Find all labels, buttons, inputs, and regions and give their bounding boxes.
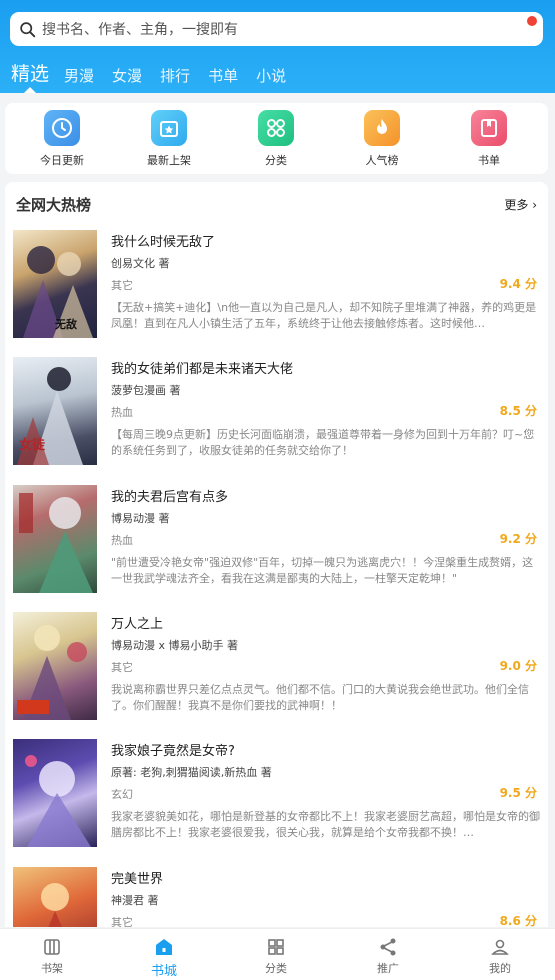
book-item[interactable]: 万人之上 博易动漫 x 博易小助手 著 其它 9.0 分 我说离称霸世界只差亿点… [5, 612, 548, 728]
category-grid-icon [268, 939, 284, 955]
bookmark-book-icon [471, 110, 507, 146]
search-icon [20, 21, 36, 37]
book-cover [13, 485, 97, 593]
book-genre: 热血 [111, 406, 133, 419]
book-cover: 无敌 [13, 230, 97, 338]
book-item[interactable]: 我家娘子竟然是女帝? 原著: 老狗,刺猬猫阅读,新热血 著 玄幻 9.5 分 我… [5, 739, 548, 855]
quick-categories[interactable]: 分类 [241, 110, 311, 168]
bookshelf-icon [44, 939, 60, 955]
profile-icon [491, 939, 509, 955]
star-box-icon [151, 110, 187, 146]
book-description: 我家老婆貌美如花，哪怕是新登基的女帝都比不上！我家老婆厨艺高超，哪怕是女帝的御膳… [111, 810, 540, 839]
book-item[interactable]: 无敌 我什么时候无敌了 创易文化 著 其它 9.4 分 【无敌+搞笑+迪化】\n… [5, 230, 548, 346]
book-genre: 其它 [111, 279, 133, 292]
book-genre: 玄幻 [111, 788, 133, 801]
tab-booklists[interactable]: 书单 [208, 64, 238, 88]
book-author: 原著: 老狗,刺猬猫阅读,新热血 著 [111, 766, 272, 779]
book-title: 我家娘子竟然是女帝? [111, 744, 235, 759]
book-cover [13, 739, 97, 847]
quick-booklists[interactable]: 书单 [454, 110, 524, 168]
tab-label: 书架 [41, 962, 63, 975]
more-label: 更多 [504, 198, 529, 212]
book-title: 我什么时候无敌了 [111, 235, 216, 250]
book-cover [13, 612, 97, 720]
bottom-tab-bar: 书架 书城 分类 推广 我的 [0, 928, 555, 980]
grid-icon [258, 110, 294, 146]
tab-ranking[interactable]: 排行 [160, 64, 190, 88]
more-link[interactable]: 更多 › [504, 196, 537, 213]
book-item[interactable]: 女徒 我的女徒弟们都是未来诸天大佬 菠萝包漫画 著 热血 8.5 分 【每周三晚… [5, 357, 548, 473]
tab-female-comics[interactable]: 女漫 [112, 64, 142, 88]
book-item[interactable]: 完美世界 神漫君 著 其它 8.6 分 [5, 867, 548, 927]
section-title: 全网大热榜 [16, 196, 92, 214]
tab-label: 书城 [150, 964, 177, 979]
tab-featured[interactable]: 精选 [11, 60, 49, 88]
book-author: 菠萝包漫画 著 [111, 384, 181, 397]
tab-novels[interactable]: 小说 [256, 64, 286, 88]
book-title: 万人之上 [111, 617, 164, 632]
tab-categories[interactable]: 分类 [241, 937, 311, 976]
search-placeholder: 搜书名、作者、主角，一搜即有 [42, 22, 238, 38]
channel-tabs: 精选 男漫 女漫 排行 书单 小说 [0, 56, 304, 88]
tab-label: 我的 [489, 962, 511, 975]
book-author: 创易文化 著 [111, 257, 170, 270]
tab-label: 推广 [377, 962, 399, 975]
book-score: 8.5 分 [499, 404, 537, 418]
tab-bookshelf[interactable]: 书架 [17, 937, 87, 976]
tab-profile[interactable]: 我的 [465, 937, 535, 976]
quick-label: 书单 [478, 154, 500, 167]
svg-text:女徒: 女徒 [19, 437, 46, 453]
quick-label: 最新上架 [147, 154, 191, 167]
quick-new-releases[interactable]: 最新上架 [134, 110, 204, 168]
book-author: 神漫君 著 [111, 894, 159, 907]
book-description: 我说离称霸世界只差亿点点灵气。他们都不信。门口的大黄说我会绝世武功。他们全信了。… [111, 683, 529, 712]
quick-label: 分类 [265, 154, 287, 167]
clock-icon [44, 110, 80, 146]
book-score: 9.0 分 [499, 659, 537, 673]
search-bar[interactable]: 搜书名、作者、主角，一搜即有 [10, 12, 543, 46]
chevron-right-icon: › [528, 198, 537, 212]
tab-label: 分类 [265, 962, 287, 975]
tab-promote[interactable]: 推广 [353, 937, 423, 976]
book-description: "前世遭受冷艳女帝"强迫双修"百年，切掉一魄只为逃离虎穴！！今涅槃重生成赘婿，这… [111, 556, 534, 585]
book-cover: 女徒 [13, 357, 97, 465]
book-title: 我的女徒弟们都是未来诸天大佬 [111, 362, 294, 377]
quick-label: 今日更新 [40, 154, 84, 167]
quick-entry-panel: 今日更新 最新上架 分类 人气榜 书单 [5, 103, 548, 174]
tab-male-comics[interactable]: 男漫 [64, 64, 94, 88]
active-tab-indicator [24, 87, 36, 93]
book-description: 【无敌+搞笑+迪化】\n他一直以为自己是凡人，却不知院子里堆满了神器，养的鸡更是… [111, 301, 537, 330]
book-score: 9.4 分 [499, 277, 537, 291]
share-icon [380, 938, 396, 956]
book-description: 【每周三晚9点更新】历史长河面临崩溃，最强道尊带着一身修为回到十万年前？叮~您的… [111, 428, 535, 457]
book-author: 博易动漫 x 博易小助手 著 [111, 639, 238, 652]
top-header: 搜书名、作者、主角，一搜即有 精选 男漫 女漫 排行 书单 小说 [0, 0, 555, 93]
book-score: 9.5 分 [499, 786, 537, 800]
book-genre: 热血 [111, 534, 133, 547]
book-item[interactable]: 我的夫君后宫有点多 博易动漫 著 热血 9.2 分 "前世遭受冷艳女帝"强迫双修… [5, 485, 548, 601]
book-score: 9.2 分 [499, 532, 537, 546]
quick-today-updates[interactable]: 今日更新 [27, 110, 97, 168]
book-title: 完美世界 [111, 872, 164, 887]
book-genre: 其它 [111, 916, 133, 927]
quick-label: 人气榜 [365, 154, 399, 167]
book-author: 博易动漫 著 [111, 512, 170, 525]
hot-list-section: 全网大热榜 更多 › 无敌 我什么时候无敌了 创易文化 著 其它 9.4 分 【… [5, 182, 548, 927]
book-title: 我的夫君后宫有点多 [111, 490, 229, 505]
quick-popular-ranking[interactable]: 人气榜 [347, 110, 417, 168]
store-home-icon [156, 939, 172, 955]
notification-dot [527, 16, 537, 26]
book-cover [13, 867, 97, 927]
tab-bookstore[interactable]: 书城 [129, 937, 199, 979]
book-score: 8.6 分 [499, 914, 537, 927]
book-genre: 其它 [111, 661, 133, 674]
flame-icon [364, 110, 400, 146]
svg-text:无敌: 无敌 [54, 317, 77, 331]
